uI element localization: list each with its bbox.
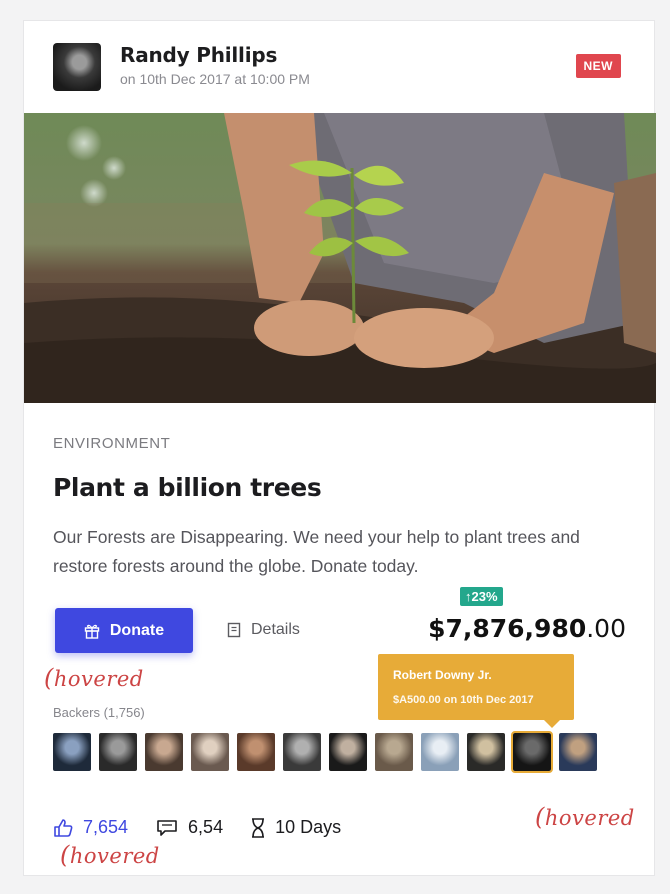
new-badge: NEW [575, 54, 621, 78]
donate-hover-annotation: (hovered [44, 664, 144, 692]
post-date: on 10th Dec 2017 at 10:00 PM [120, 71, 310, 87]
backer-avatar[interactable] [511, 731, 553, 773]
thumbs-up-icon [54, 818, 73, 837]
donate-label: Donate [109, 621, 165, 639]
donate-button[interactable]: Donate [55, 608, 193, 653]
backers-label: Backers (1,756) [53, 705, 145, 720]
gift-icon [84, 624, 100, 639]
backer-avatar[interactable] [237, 733, 275, 771]
comment-icon [157, 819, 177, 836]
growth-badge: ↑23% [460, 587, 503, 606]
campaign-title[interactable]: Plant a billion trees [53, 473, 322, 502]
amount-main: $7,876,980 [428, 614, 587, 643]
amount-cents: .00 [586, 614, 626, 643]
backer-avatar[interactable] [99, 733, 137, 771]
hourglass-icon [252, 817, 265, 838]
time-left-stat: 10 Days [251, 817, 341, 838]
backer-avatar[interactable] [421, 733, 459, 771]
backer-hover-annotation: (hovered [535, 803, 635, 831]
comments-count: 6,54 [188, 817, 224, 837]
backer-avatar[interactable] [145, 733, 183, 771]
comments-stat[interactable]: 6,54 [156, 817, 223, 838]
growth-value: 23% [471, 589, 498, 604]
funded-amount: $7,876,980.00 [428, 614, 626, 643]
campaign-image [24, 113, 656, 403]
backers-list [53, 731, 597, 773]
tooltip-name: Robert Downy Jr. [393, 668, 492, 682]
details-link[interactable]: Details [227, 621, 300, 639]
backer-avatar[interactable] [283, 733, 321, 771]
backer-avatar[interactable] [53, 733, 91, 771]
backer-avatar[interactable] [191, 733, 229, 771]
likes-count: 7,654 [83, 817, 129, 837]
time-left-value: 10 Days [275, 817, 342, 837]
likes-hover-annotation: (hovered [60, 841, 160, 869]
likes-stat[interactable]: 7,654 [53, 817, 128, 838]
campaign-card: Randy Phillips on 10th Dec 2017 at 10:00… [23, 20, 656, 876]
backer-avatar[interactable] [329, 733, 367, 771]
tooltip-detail: $A500.00 on 10th Dec 2017 [393, 694, 534, 706]
card-header: Randy Phillips on 10th Dec 2017 at 10:00… [24, 21, 654, 113]
backer-avatar[interactable] [559, 733, 597, 771]
backer-tooltip: Robert Downy Jr. $A500.00 on 10th Dec 20… [378, 654, 574, 728]
stats-bar: 7,654 6,54 10 Days [53, 817, 369, 838]
document-icon [227, 622, 241, 638]
author-avatar[interactable] [53, 43, 101, 91]
backer-avatar[interactable] [375, 733, 413, 771]
details-label: Details [251, 621, 300, 638]
backer-avatar[interactable] [467, 733, 505, 771]
author-name[interactable]: Randy Phillips [120, 43, 277, 67]
campaign-category: ENVIRONMENT [53, 435, 171, 452]
campaign-description: Our Forests are Disappearing. We need yo… [53, 527, 580, 576]
